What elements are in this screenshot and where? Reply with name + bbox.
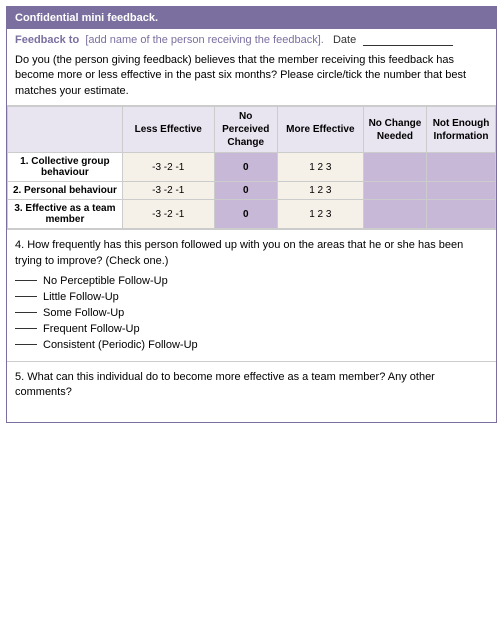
option-line [15, 312, 37, 313]
not-enough-info-cell [427, 200, 496, 229]
zero-value: 0 [214, 200, 277, 229]
followup-section: 4. How frequently has this person follow… [7, 229, 496, 362]
table-row: 2. Personal behaviour-3 -2 -101 2 3 [8, 182, 496, 200]
col-header-behavior [8, 107, 123, 153]
table-row: 3. Effective as a team member-3 -2 -101 … [8, 200, 496, 229]
option-label: Some Follow-Up [43, 307, 124, 319]
zero-value: 0 [214, 182, 277, 200]
form-container: Confidential mini feedback. Feedback to … [6, 6, 497, 423]
less-effective-values: -3 -2 -1 [122, 182, 214, 200]
followup-question: 4. How frequently has this person follow… [15, 238, 488, 269]
option-line [15, 280, 37, 281]
option-line [15, 344, 37, 345]
rating-table: Less Effective No Perceived Change More … [7, 106, 496, 229]
not-enough-info-cell [427, 182, 496, 200]
col-header-more-effective: More Effective [277, 107, 363, 153]
no-change-needed-cell [363, 182, 426, 200]
option-label: No Perceptible Follow-Up [43, 275, 168, 287]
description-text: Do you (the person giving feedback) beli… [7, 49, 496, 106]
not-enough-info-cell [427, 153, 496, 182]
more-effective-values: 1 2 3 [277, 200, 363, 229]
feedback-to-row: Feedback to [add name of the person rece… [7, 29, 496, 49]
followup-options: No Perceptible Follow-Up Little Follow-Up… [15, 275, 488, 351]
feedback-to-label: Feedback to [15, 34, 79, 46]
more-effective-values: 1 2 3 [277, 153, 363, 182]
behavior-label: 3. Effective as a team member [8, 200, 123, 229]
feedback-to-placeholder: [add name of the person receiving the fe… [85, 34, 324, 46]
table-row: 1. Collective group behaviour-3 -2 -101 … [8, 153, 496, 182]
comments-text: 5. What can this individual do to become… [15, 371, 435, 398]
followup-option: Consistent (Periodic) Follow-Up [15, 339, 488, 351]
behavior-label: 1. Collective group behaviour [8, 153, 123, 182]
behavior-label: 2. Personal behaviour [8, 182, 123, 200]
zero-value: 0 [214, 153, 277, 182]
no-change-needed-cell [363, 153, 426, 182]
option-line [15, 328, 37, 329]
option-line [15, 296, 37, 297]
col-header-not-enough-info: Not Enough Information [427, 107, 496, 153]
less-effective-values: -3 -2 -1 [122, 200, 214, 229]
header-title: Confidential mini feedback. [15, 12, 158, 24]
date-line [363, 45, 453, 46]
followup-option: Some Follow-Up [15, 307, 488, 319]
date-label: Date [333, 34, 356, 46]
form-header: Confidential mini feedback. [7, 7, 496, 29]
less-effective-values: -3 -2 -1 [122, 153, 214, 182]
col-header-no-perceived-change: No Perceived Change [214, 107, 277, 153]
option-label: Frequent Follow-Up [43, 323, 140, 335]
option-label: Little Follow-Up [43, 291, 119, 303]
followup-option: No Perceptible Follow-Up [15, 275, 488, 287]
comments-section: 5. What can this individual do to become… [7, 362, 496, 422]
col-header-no-change-needed: No Change Needed [363, 107, 426, 153]
col-header-less-effective: Less Effective [122, 107, 214, 153]
option-label: Consistent (Periodic) Follow-Up [43, 339, 198, 351]
followup-option: Frequent Follow-Up [15, 323, 488, 335]
more-effective-values: 1 2 3 [277, 182, 363, 200]
followup-option: Little Follow-Up [15, 291, 488, 303]
no-change-needed-cell [363, 200, 426, 229]
